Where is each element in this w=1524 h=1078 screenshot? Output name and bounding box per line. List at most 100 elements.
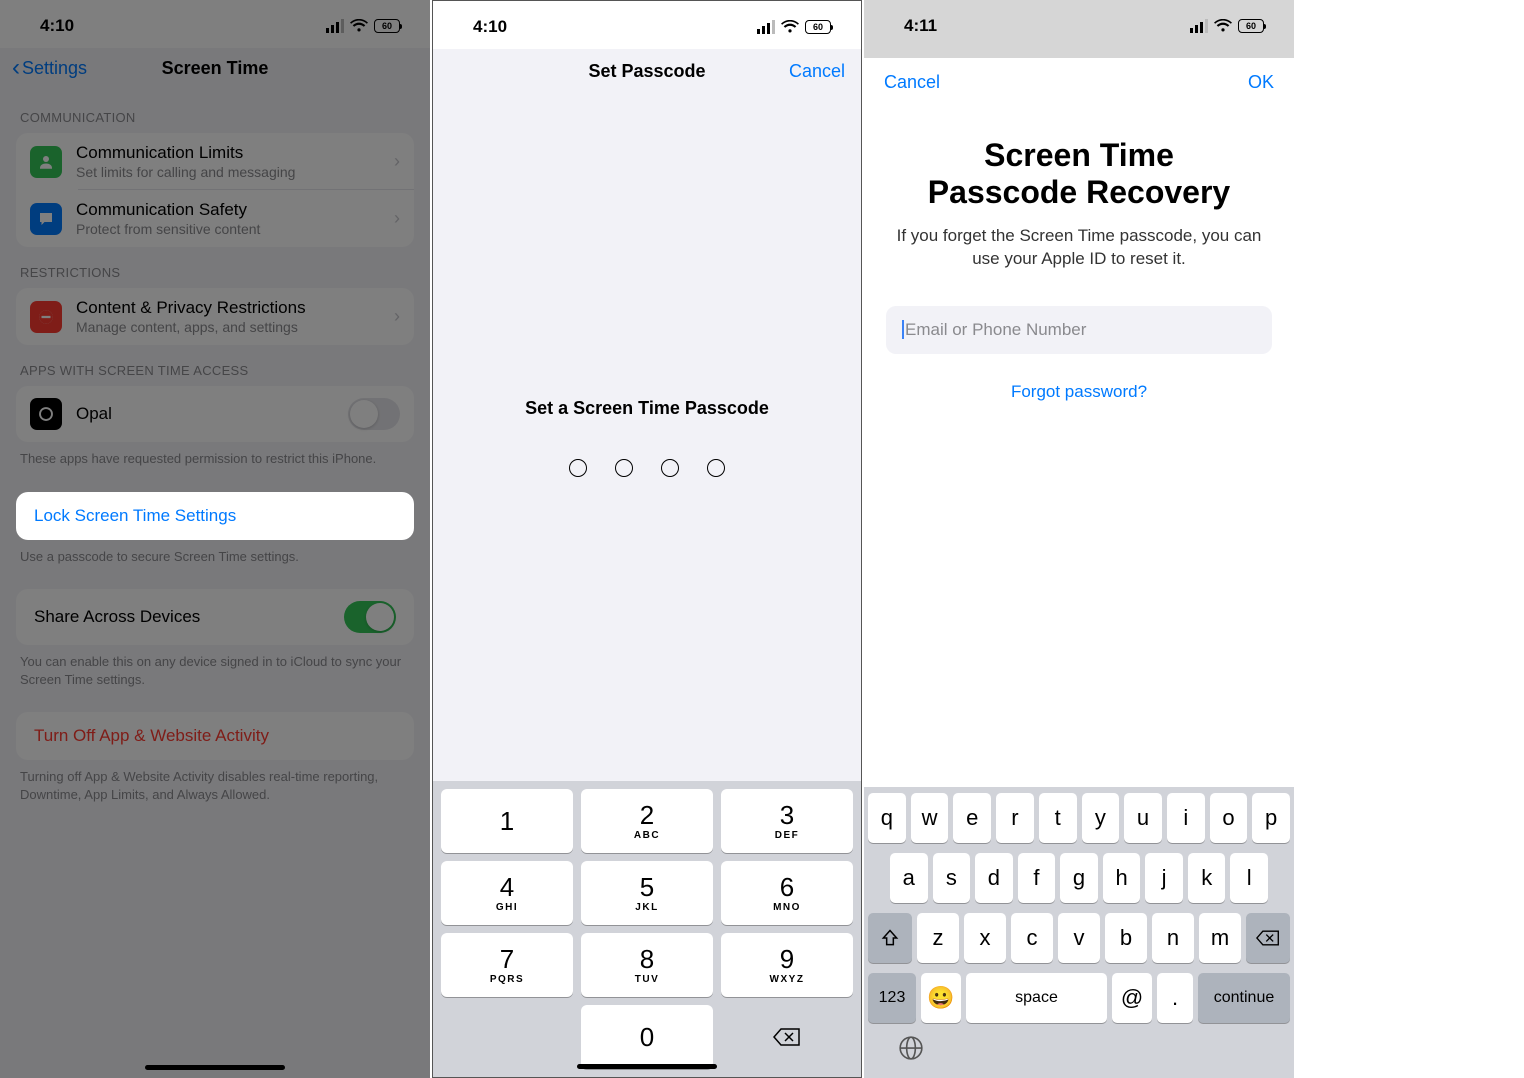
sheet-backdrop bbox=[864, 48, 1294, 58]
row-subtitle: Manage content, apps, and settings bbox=[76, 319, 380, 335]
key-q[interactable]: q bbox=[868, 793, 906, 843]
row-communication-safety[interactable]: Communication Safety Protect from sensit… bbox=[16, 190, 414, 247]
key-5[interactable]: 5JKL bbox=[581, 861, 713, 925]
numeric-keypad: 12ABC3DEF 4GHI5JKL6MNO 7PQRS8TUV9WXYZ0 bbox=[433, 781, 861, 1077]
row-title: Content & Privacy Restrictions bbox=[76, 298, 380, 318]
key-h[interactable]: h bbox=[1103, 853, 1141, 903]
key-at[interactable]: @ bbox=[1112, 973, 1152, 1023]
key-6[interactable]: 6MNO bbox=[721, 861, 853, 925]
key-g[interactable]: g bbox=[1060, 853, 1098, 903]
row-communication-limits[interactable]: Communication Limits Set limits for call… bbox=[16, 133, 414, 190]
lock-footer: Use a passcode to secure Screen Time set… bbox=[0, 540, 430, 570]
row-subtitle: Protect from sensitive content bbox=[76, 221, 380, 237]
key-n[interactable]: n bbox=[1152, 913, 1194, 963]
key-w[interactable]: w bbox=[911, 793, 949, 843]
key-8[interactable]: 8TUV bbox=[581, 933, 713, 997]
turn-off-activity-button[interactable]: Turn Off App & Website Activity bbox=[16, 712, 414, 760]
opal-toggle[interactable] bbox=[348, 398, 400, 430]
key-123[interactable]: 123 bbox=[868, 973, 916, 1023]
key-a[interactable]: a bbox=[890, 853, 928, 903]
key-o[interactable]: o bbox=[1210, 793, 1248, 843]
toggle-knob bbox=[350, 400, 378, 428]
key-x[interactable]: x bbox=[964, 913, 1006, 963]
share-label: Share Across Devices bbox=[34, 607, 200, 627]
key-3[interactable]: 3DEF bbox=[721, 789, 853, 853]
key-i[interactable]: i bbox=[1167, 793, 1205, 843]
row-opal[interactable]: Opal bbox=[16, 386, 414, 442]
key-j[interactable]: j bbox=[1145, 853, 1183, 903]
row-title: Opal bbox=[76, 404, 334, 424]
lock-screen-time-button[interactable]: Lock Screen Time Settings bbox=[16, 492, 414, 540]
key-emoji[interactable]: 😀 bbox=[921, 973, 961, 1023]
cancel-button[interactable]: Cancel bbox=[884, 72, 940, 93]
key-0[interactable]: 0 bbox=[581, 1005, 713, 1069]
turnoff-footer: Turning off App & Website Activity disab… bbox=[0, 760, 430, 807]
cellular-icon bbox=[1190, 19, 1208, 33]
battery-icon: 60 bbox=[1238, 19, 1264, 33]
key-1[interactable]: 1 bbox=[441, 789, 573, 853]
group-turnoff: Turn Off App & Website Activity bbox=[16, 712, 414, 760]
key-k[interactable]: k bbox=[1188, 853, 1226, 903]
nav-bar: Set Passcode Cancel bbox=[433, 49, 861, 93]
key-backspace[interactable] bbox=[1246, 913, 1290, 963]
row-title: Communication Limits bbox=[76, 143, 380, 163]
globe-icon[interactable] bbox=[868, 1029, 1290, 1068]
speech-bubble-icon bbox=[30, 203, 62, 235]
key-f[interactable]: f bbox=[1018, 853, 1056, 903]
cancel-button[interactable]: Cancel bbox=[789, 61, 845, 82]
passcode-dot bbox=[569, 459, 587, 477]
key-b[interactable]: b bbox=[1105, 913, 1147, 963]
key-7[interactable]: 7PQRS bbox=[441, 933, 573, 997]
key-y[interactable]: y bbox=[1082, 793, 1120, 843]
key-space[interactable]: space bbox=[966, 973, 1107, 1023]
cellular-icon bbox=[757, 20, 775, 34]
key-shift[interactable] bbox=[868, 913, 912, 963]
sheet-body: Screen TimePasscode Recovery If you forg… bbox=[864, 107, 1294, 402]
row-content-privacy[interactable]: Content & Privacy Restrictions Manage co… bbox=[16, 288, 414, 345]
sheet-title: Screen TimePasscode Recovery bbox=[886, 137, 1272, 211]
chevron-right-icon: › bbox=[394, 208, 400, 229]
key-4[interactable]: 4GHI bbox=[441, 861, 573, 925]
key-backspace[interactable] bbox=[721, 1005, 853, 1069]
page-title: Set Passcode bbox=[588, 61, 705, 82]
status-bar: 4:10 60 bbox=[433, 1, 861, 49]
passcode-dot bbox=[615, 459, 633, 477]
key-p[interactable]: p bbox=[1252, 793, 1290, 843]
key-s[interactable]: s bbox=[933, 853, 971, 903]
key-z[interactable]: z bbox=[917, 913, 959, 963]
passcode-dot bbox=[661, 459, 679, 477]
key-dot[interactable]: . bbox=[1157, 973, 1193, 1023]
group-restrictions: Content & Privacy Restrictions Manage co… bbox=[16, 288, 414, 345]
home-indicator[interactable] bbox=[577, 1064, 717, 1069]
key-r[interactable]: r bbox=[996, 793, 1034, 843]
home-indicator[interactable] bbox=[145, 1065, 285, 1070]
key-2[interactable]: 2ABC bbox=[581, 789, 713, 853]
cellular-icon bbox=[326, 19, 344, 33]
key-v[interactable]: v bbox=[1058, 913, 1100, 963]
opal-icon bbox=[30, 398, 62, 430]
key-continue[interactable]: continue bbox=[1198, 973, 1290, 1023]
key-t[interactable]: t bbox=[1039, 793, 1077, 843]
toggle-knob bbox=[366, 603, 394, 631]
share-toggle[interactable] bbox=[344, 601, 396, 633]
key-u[interactable]: u bbox=[1124, 793, 1162, 843]
row-share-across-devices[interactable]: Share Across Devices bbox=[16, 589, 414, 645]
passcode-dot bbox=[707, 459, 725, 477]
key-l[interactable]: l bbox=[1230, 853, 1268, 903]
back-button[interactable]: ‹Settings bbox=[12, 54, 87, 82]
key-m[interactable]: m bbox=[1199, 913, 1241, 963]
modal-sheet: Cancel OK Screen TimePasscode Recovery I… bbox=[864, 58, 1294, 1078]
key-c[interactable]: c bbox=[1011, 913, 1053, 963]
no-entry-icon bbox=[30, 301, 62, 333]
key-d[interactable]: d bbox=[975, 853, 1013, 903]
section-apps-access: APPS WITH SCREEN TIME ACCESS bbox=[0, 345, 430, 386]
email-field[interactable]: Email or Phone Number bbox=[886, 306, 1272, 354]
battery-icon: 60 bbox=[374, 19, 400, 33]
key-9[interactable]: 9WXYZ bbox=[721, 933, 853, 997]
key-e[interactable]: e bbox=[953, 793, 991, 843]
status-time: 4:11 bbox=[904, 16, 937, 36]
ok-button[interactable]: OK bbox=[1248, 72, 1274, 93]
share-footer: You can enable this on any device signed… bbox=[0, 645, 430, 692]
forgot-password-link[interactable]: Forgot password? bbox=[886, 382, 1272, 402]
screen-set-passcode: 4:10 60 Set Passcode Cancel Set a Screen… bbox=[432, 0, 862, 1078]
